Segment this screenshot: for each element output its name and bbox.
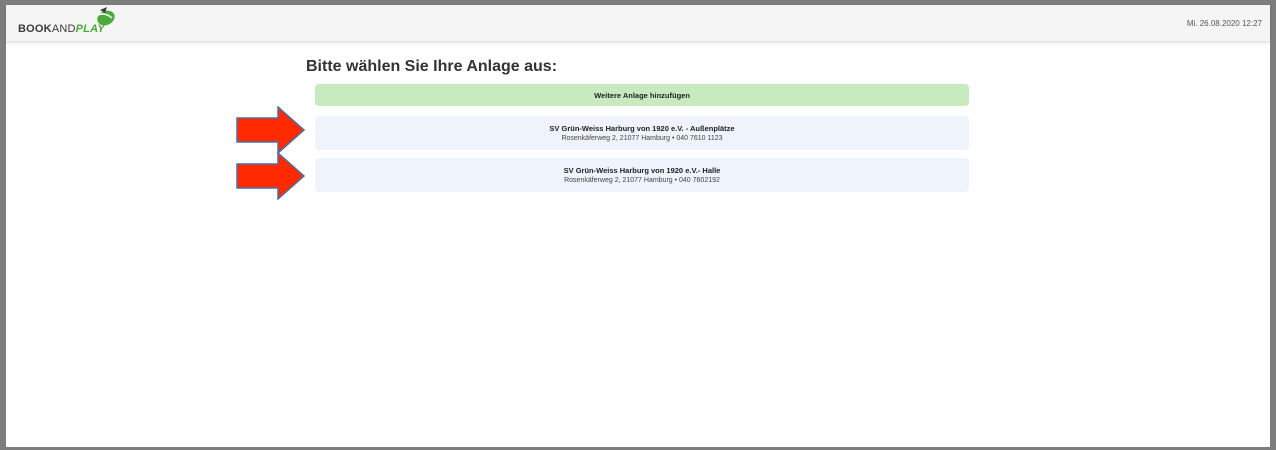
page-title: Bitte wählen Sie Ihre Anlage aus: (306, 58, 558, 75)
venue-name: SV Grün-Weiss Harburg von 1920 e.V.- Hal… (563, 165, 721, 175)
bookandplay-logo[interactable]: BOOKANDPLAY (18, 7, 115, 35)
datetime-display: Mi. 26.08.2020 12:27 (1186, 19, 1262, 28)
venue-name: SV Grün-Weiss Harburg von 1920 e.V. - Au… (549, 123, 735, 133)
add-facility-button[interactable]: Weitere Anlage hinzufügen (315, 84, 969, 106)
tennis-ball-icon (97, 7, 115, 26)
red-arrow-icon (236, 152, 306, 200)
venue-address: Rosenkäferweg 2, 21077 Hamburg • 040 760… (564, 176, 720, 184)
window-frame (0, 0, 1276, 450)
red-arrow-icon (236, 106, 306, 154)
venue-item-halle[interactable]: SV Grün-Weiss Harburg von 1920 e.V.- Hal… (315, 158, 969, 192)
top-bar: BOOKANDPLAY Mi. 26.08.2020 12:27 (6, 5, 1270, 42)
venue-address: Rosenkäferweg 2, 21077 Hamburg • 040 761… (561, 134, 723, 142)
venue-item-aussenplaetze[interactable]: SV Grün-Weiss Harburg von 1920 e.V. - Au… (315, 116, 969, 150)
